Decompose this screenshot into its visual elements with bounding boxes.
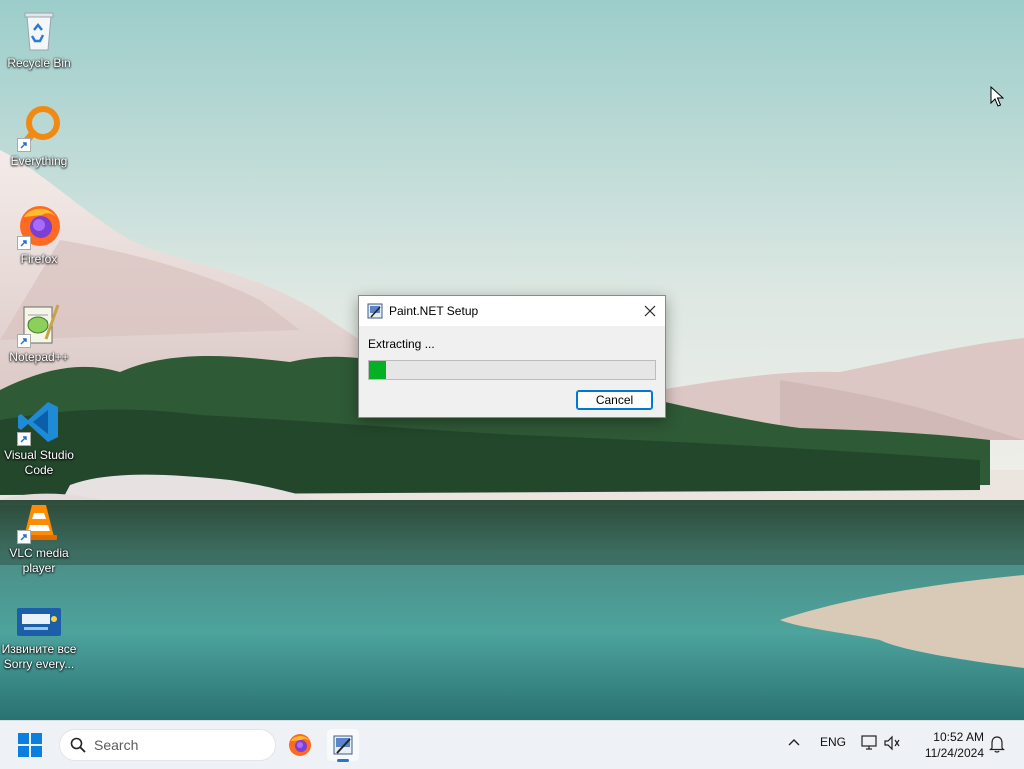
bell-icon: [989, 736, 1005, 753]
dialog-titlebar[interactable]: Paint.NET Setup: [359, 296, 665, 326]
dialog-status-text: Extracting ...: [368, 337, 435, 351]
cancel-button[interactable]: Cancel: [576, 390, 653, 410]
shortcut-arrow-icon: [17, 138, 31, 152]
close-icon: [644, 305, 656, 317]
network-volume-button[interactable]: [861, 734, 901, 755]
dialog-title: Paint.NET Setup: [389, 304, 479, 318]
shortcut-arrow-icon: [17, 432, 31, 446]
vlc-icon: [15, 496, 63, 544]
chevron-up-icon: [788, 739, 800, 746]
desktop-icon-vscode[interactable]: Visual Studio Code: [0, 398, 78, 478]
paintnet-installer-icon: [333, 735, 353, 755]
everything-search-icon: [15, 104, 63, 152]
paintnet-setup-icon: [367, 303, 383, 319]
start-button[interactable]: [17, 732, 43, 758]
shortcut-arrow-icon: [17, 530, 31, 544]
notifications-button[interactable]: [989, 735, 1005, 756]
desktop-icon-label: Firefox: [20, 252, 58, 266]
firefox-icon: [15, 202, 63, 250]
taskbar: Search ENG 10:52 AM 11/24/2024: [0, 720, 1024, 769]
desktop-icon-label: Visual Studio Code: [4, 448, 74, 477]
search-placeholder: Search: [94, 737, 139, 753]
recycle-bin-icon: [15, 6, 63, 54]
progress-bar-fill: [369, 361, 387, 379]
network-icon: [861, 735, 900, 751]
desktop-icon-label: Everything: [10, 154, 68, 168]
search-icon: [70, 737, 86, 753]
desktop-icon-everything[interactable]: Everything: [0, 104, 78, 169]
desktop-icon-sorry-file[interactable]: Извините все Sorry every...: [0, 604, 78, 672]
running-indicator: [337, 759, 349, 762]
vscode-icon: [15, 398, 63, 446]
clock-time: 10:52 AM: [933, 730, 984, 744]
taskbar-app-firefox[interactable]: [284, 729, 316, 761]
sorry-file-icon: [15, 604, 63, 640]
desktop-icon-recycle-bin[interactable]: Recycle Bin: [0, 6, 78, 71]
show-hidden-icons-button[interactable]: [788, 736, 800, 750]
shortcut-arrow-icon: [17, 334, 31, 348]
desktop-icon-label: Recycle Bin: [7, 56, 71, 70]
desktop-icon-label: VLC media player: [9, 546, 69, 575]
notepad-plus-plus-icon: [15, 300, 63, 348]
taskbar-clock[interactable]: 10:52 AM 11/24/2024: [914, 729, 984, 761]
desktop-icon-firefox[interactable]: Firefox: [0, 202, 78, 267]
windows-logo-icon: [18, 733, 42, 757]
desktop: Recycle Bin Everything Firefox Notepad++…: [0, 0, 1024, 720]
desktop-icon-label: Notepad++: [9, 350, 69, 364]
desktop-icon-notepad-plus-plus[interactable]: Notepad++: [0, 300, 78, 365]
firefox-icon: [289, 734, 311, 756]
desktop-icon-label: Извините все Sorry every...: [1, 642, 77, 671]
shortcut-arrow-icon: [17, 236, 31, 250]
mouse-cursor-icon: [990, 86, 1004, 107]
taskbar-search-box[interactable]: Search: [59, 729, 276, 761]
taskbar-app-paintnet-setup[interactable]: [327, 729, 359, 762]
setup-dialog: Paint.NET Setup Extracting ... Cancel: [358, 295, 666, 418]
language-indicator[interactable]: ENG: [820, 735, 846, 749]
progress-bar: [368, 360, 656, 380]
clock-date: 11/24/2024: [924, 746, 984, 760]
desktop-icon-vlc[interactable]: VLC media player: [0, 496, 78, 576]
dialog-close-button[interactable]: [635, 296, 665, 326]
